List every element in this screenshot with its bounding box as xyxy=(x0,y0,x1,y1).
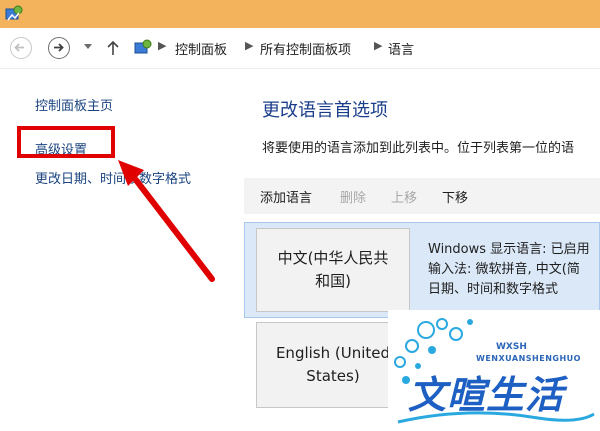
page-description: 将要使用的语言添加到此列表中。位于列表第一位的语 xyxy=(262,141,575,156)
language-info: Windows 显示语言: 已启用 输入法: 微软拼音, 中文(简 日期、时间和… xyxy=(428,242,590,297)
add-language-button[interactable]: 添加语言 xyxy=(260,187,312,206)
watermark-main-text: 文暄生活 xyxy=(408,373,565,417)
language-toolbar: 添加语言 删除 上移 下移 xyxy=(244,178,600,214)
language-name: English (United States) xyxy=(275,344,391,385)
watermark-sub-text: WENXUANSHENGHUO xyxy=(476,354,581,363)
move-up-button[interactable]: 上移 xyxy=(391,187,417,206)
language-name: 中文(中华人民共 和国) xyxy=(277,249,389,290)
watermark-top-text: WXSH xyxy=(496,342,527,352)
move-down-button[interactable]: 下移 xyxy=(442,187,468,206)
watermark-logo: WXSH WENXUANSHENGHUO 文暄生活 xyxy=(388,310,600,431)
language-tile-english[interactable]: English (United States) xyxy=(256,322,410,408)
page-title: 更改语言首选项 xyxy=(262,100,388,121)
remove-button[interactable]: 删除 xyxy=(340,187,366,206)
language-tile-chinese[interactable]: 中文(中华人民共 和国) xyxy=(256,228,410,312)
